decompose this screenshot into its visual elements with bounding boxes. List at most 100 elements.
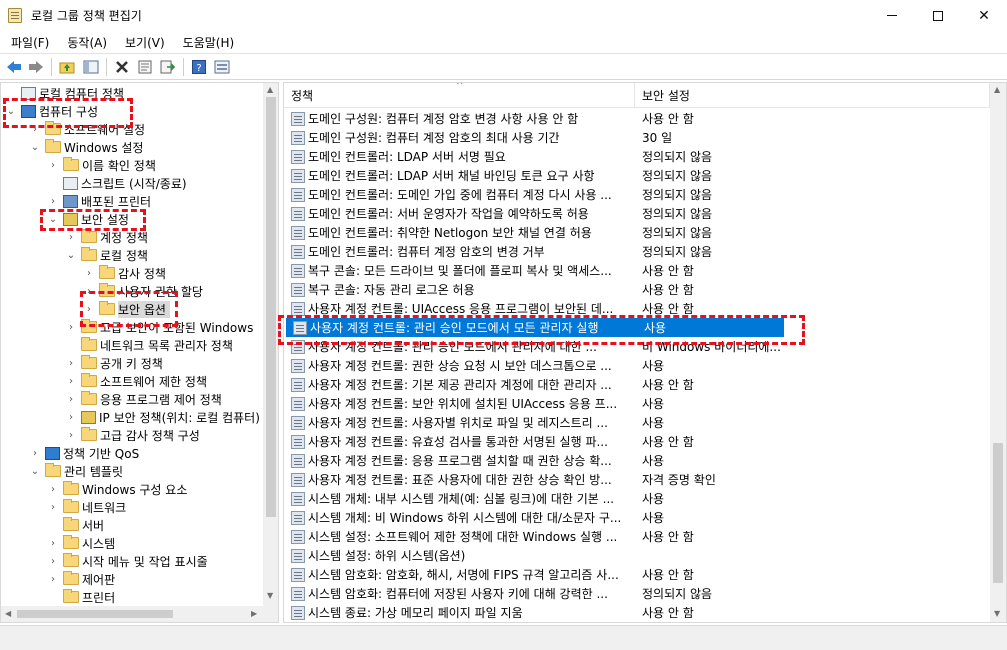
policy-row[interactable]: 도메인 구성원: 컴퓨터 계정 암호의 최대 사용 기간 30 일 [284, 128, 984, 147]
policy-row[interactable]: 시스템 개체: 내부 시스템 개체(예: 심볼 링크)에 대한 기본 ... 사용 [284, 489, 984, 508]
chevron-right-icon[interactable]: › [47, 502, 59, 513]
up-folder-icon[interactable] [58, 58, 76, 76]
tree-item[interactable]: › 배포된 프린터 [47, 192, 151, 210]
forward-arrow-icon[interactable] [27, 58, 45, 76]
scroll-left-icon[interactable]: ◀ [5, 609, 11, 618]
back-arrow-icon[interactable] [5, 58, 23, 76]
tree-item[interactable]: › 보안 옵션 [83, 300, 170, 318]
maximize-button[interactable] [915, 0, 961, 31]
policy-row[interactable]: 도메인 컨트롤러: 컴퓨터 계정 암호의 변경 거부 정의되지 않음 [284, 242, 984, 261]
tree-item[interactable]: ⌄ 관리 템플릿 [29, 462, 123, 480]
policy-row[interactable]: 사용자 계정 컨트롤: 사용자별 위치로 파일 및 레지스트리 ... 사용 [284, 413, 984, 432]
tree-horizontal-scrollbar[interactable]: ◀ ▶ [1, 606, 263, 622]
chevron-down-icon[interactable]: ⌄ [65, 250, 77, 261]
tree-item[interactable]: › 제어판 [47, 570, 115, 588]
chevron-right-icon[interactable]: › [83, 268, 95, 279]
tree-item[interactable]: › 시스템 [47, 534, 115, 552]
policy-row[interactable]: 사용자 계정 컨트롤: UIAccess 응용 프로그램이 보안된 데... 사용… [284, 299, 984, 318]
tree-item[interactable]: › 계정 정책 [65, 228, 148, 246]
chevron-right-icon[interactable]: › [65, 376, 77, 387]
help-icon[interactable]: ? [190, 58, 208, 76]
chevron-right-icon[interactable]: › [47, 556, 59, 567]
tree-item[interactable]: ⌄ Windows 설정 [29, 138, 143, 156]
policy-row[interactable]: 사용자 계정 컨트롤: 유효성 검사를 통과한 서명된 실행 파... 사용 안 … [284, 432, 984, 451]
menu-action[interactable]: 동작(A) [56, 34, 114, 51]
menu-view[interactable]: 보기(V) [114, 34, 172, 51]
view-icon[interactable] [213, 58, 231, 76]
chevron-right-icon[interactable]: › [83, 304, 95, 315]
policy-row[interactable]: 사용자 계정 컨트롤: 기본 제공 관리자 계정에 대한 관리자 ... 사용 안… [284, 375, 984, 394]
policy-row[interactable]: 도메인 컨트롤러: LDAP 서버 채널 바인딩 토큰 요구 사항 정의되지 않음 [284, 166, 984, 185]
policy-row[interactable]: 시스템 설정: 하위 시스템(옵션) [284, 546, 984, 565]
chevron-down-icon[interactable]: ⌄ [47, 214, 59, 225]
policy-row[interactable]: 사용자 계정 컨트롤: 표준 사용자에 대한 권한 상승 확인 방... 자격 증… [284, 470, 984, 489]
scroll-down-icon[interactable]: ▼ [994, 609, 1000, 618]
list-vertical-scrollbar[interactable]: ▲ ▼ [990, 83, 1006, 622]
close-button[interactable]: ✕ [961, 0, 1007, 31]
policy-row[interactable]: 시스템 종료: 가상 메모리 페이지 파일 지움 사용 안 함 [284, 603, 984, 622]
tree-item[interactable]: › 고급 감사 정책 구성 [65, 426, 200, 444]
tree-hscroll-thumb[interactable] [17, 610, 173, 618]
tree-item[interactable]: 프린터 [47, 588, 115, 606]
delete-icon[interactable] [113, 58, 131, 76]
menu-help[interactable]: 도움말(H) [172, 34, 242, 51]
chevron-right-icon[interactable]: › [47, 160, 59, 171]
policy-row[interactable]: 도메인 구성원: 컴퓨터 계정 암호 변경 사항 사용 안 함 사용 안 함 [284, 109, 984, 128]
tree-item[interactable]: 스크립트 (시작/종료) [47, 174, 187, 192]
export-list-icon[interactable] [159, 58, 177, 76]
tree-item[interactable]: ⌄ 로컬 정책 [65, 246, 148, 264]
chevron-right-icon[interactable]: › [65, 232, 77, 243]
chevron-right-icon[interactable]: › [65, 322, 77, 333]
tree-item[interactable]: › 응용 프로그램 제어 정책 [65, 390, 222, 408]
chevron-down-icon[interactable]: ⌄ [5, 106, 17, 117]
tree-item[interactable]: › 이름 확인 정책 [47, 156, 156, 174]
tree-item[interactable]: 로컬 컴퓨터 정책 [5, 84, 124, 102]
column-header-security-setting[interactable]: 보안 설정 [635, 83, 990, 108]
tree-item[interactable]: › 사용자 권한 할당 [83, 282, 203, 300]
chevron-right-icon[interactable]: › [29, 124, 41, 135]
chevron-right-icon[interactable]: › [47, 574, 59, 585]
chevron-right-icon[interactable]: › [65, 394, 77, 405]
policy-row[interactable]: 시스템 개체: 비 Windows 하위 시스템에 대한 대/소문자 구... 사… [284, 508, 984, 527]
policy-row[interactable]: 도메인 컨트롤러: 취약한 Netlogon 보안 채널 연결 허용 정의되지 않… [284, 223, 984, 242]
tree-item[interactable]: 네트워크 목록 관리자 정책 [65, 336, 233, 354]
policy-row[interactable]: 사용자 계정 컨트롤: 관리 승인 모드에서 관리자에 대한 ... 비 Wind… [284, 337, 984, 356]
tree-item[interactable]: › Windows 구성 요소 [47, 480, 187, 498]
scroll-down-icon[interactable]: ▼ [267, 591, 273, 600]
chevron-right-icon[interactable]: › [83, 286, 95, 297]
tree-item[interactable]: 서버 [47, 516, 104, 534]
chevron-down-icon[interactable]: ⌄ [29, 142, 41, 153]
chevron-right-icon[interactable]: › [65, 358, 77, 369]
tree-vertical-scrollbar[interactable]: ▲ ▼ [263, 83, 278, 622]
policy-row[interactable]: 사용자 계정 컨트롤: 보안 위치에 설치된 UIAccess 응용 프... 사… [284, 394, 984, 413]
column-header-policy[interactable]: 정책 ^ [284, 83, 635, 108]
chevron-down-icon[interactable]: ⌄ [29, 466, 41, 477]
tree-item[interactable]: › 시작 메뉴 및 작업 표시줄 [47, 552, 208, 570]
policy-row[interactable]: 도메인 컨트롤러: 서버 운영자가 작업을 예약하도록 허용 정의되지 않음 [284, 204, 984, 223]
policy-row[interactable]: 사용자 계정 컨트롤: 관리 승인 모드에서 모든 관리자 실행 사용 [286, 318, 784, 337]
console-tree[interactable]: 로컬 컴퓨터 정책 ⌄ 컴퓨터 구성 › 소프트웨어 설정 ⌄ Windows 설정 › 이름 … [0, 82, 279, 623]
scroll-up-icon[interactable]: ▲ [267, 85, 273, 94]
tree-item[interactable]: ⌄ 컴퓨터 구성 [5, 102, 98, 120]
tree-item[interactable]: › 네트워크 [47, 498, 126, 516]
policy-row[interactable]: 복구 콘솔: 모든 드라이브 및 폴더에 플로피 복사 및 액세스... 사용 안… [284, 261, 984, 280]
properties-icon[interactable] [136, 58, 154, 76]
tree-item[interactable]: › 소프트웨어 설정 [29, 120, 145, 138]
policy-row[interactable]: 시스템 암호화: 암호화, 해시, 서명에 FIPS 규격 알고리즘 사... 사… [284, 565, 984, 584]
tree-item[interactable]: › IP 보안 정책(위치: 로컬 컴퓨터) [65, 408, 260, 426]
tree-scroll-thumb[interactable] [266, 97, 276, 517]
policy-row[interactable]: 사용자 계정 컨트롤: 응용 프로그램 설치할 때 권한 상승 확... 사용 [284, 451, 984, 470]
show-hide-tree-icon[interactable] [82, 58, 100, 76]
chevron-right-icon[interactable]: › [65, 430, 77, 441]
list-scroll-thumb[interactable] [993, 443, 1003, 583]
tree-item[interactable]: ⌄ 보안 설정 [47, 210, 129, 228]
scroll-up-icon[interactable]: ▲ [994, 85, 1000, 94]
chevron-right-icon[interactable]: › [65, 412, 77, 423]
scroll-right-icon[interactable]: ▶ [251, 609, 257, 618]
chevron-right-icon[interactable]: › [47, 538, 59, 549]
tree-item[interactable]: › 정책 기반 QoS [29, 444, 139, 462]
policy-row[interactable]: 도메인 컨트롤러: LDAP 서버 서명 필요 정의되지 않음 [284, 147, 984, 166]
tree-item[interactable]: › 고급 보안이 포함된 Windows [65, 318, 253, 336]
policy-row[interactable]: 시스템 설정: 소프트웨어 제한 정책에 대한 Windows 실행 ... 사용… [284, 527, 984, 546]
tree-item[interactable]: › 감사 정책 [83, 264, 166, 282]
